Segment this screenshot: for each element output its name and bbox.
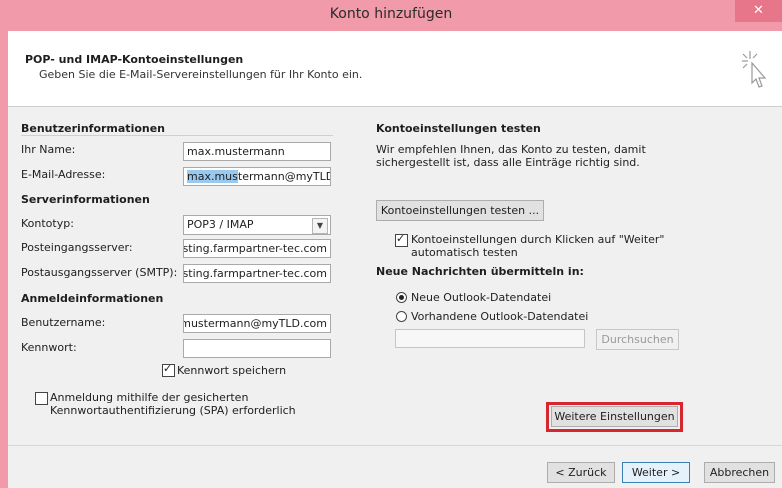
outgoing-server-label: Postausgangsserver (SMTP): bbox=[21, 266, 178, 279]
dialog-window: Konto hinzufügen ✕ POP- und IMAP-Kontoei… bbox=[0, 0, 782, 488]
back-button[interactable]: < Zurück bbox=[547, 462, 615, 483]
new-datafile-label: Neue Outlook-Datendatei bbox=[411, 291, 552, 304]
password-input[interactable] bbox=[183, 339, 331, 358]
name-input[interactable]: max.mustermann bbox=[183, 142, 331, 161]
test-account-button[interactable]: Kontoeinstellungen testen ... bbox=[376, 200, 544, 221]
footer-divider bbox=[8, 445, 782, 446]
radio-selected-dot bbox=[399, 295, 404, 300]
login-info-heading: Anmeldeinformationen bbox=[21, 292, 164, 305]
spa-checkbox[interactable] bbox=[35, 392, 48, 405]
test-description-line1: Wir empfehlen Ihnen, das Konto zu testen… bbox=[376, 143, 646, 156]
outgoing-server-input[interactable]: hosting.farmpartner-tec.com bbox=[183, 264, 331, 283]
spa-label: Anmeldung mithilfe der gesicherten Kennw… bbox=[50, 391, 296, 417]
auto-test-checkbox[interactable]: ✓ bbox=[395, 232, 408, 247]
wizard-cursor-icon bbox=[742, 51, 767, 88]
title-bar[interactable]: Konto hinzufügen ✕ bbox=[0, 0, 782, 31]
email-selected-text: max.mus bbox=[187, 170, 238, 183]
more-settings-button[interactable]: Weitere Einstellungen bbox=[551, 406, 678, 427]
checkmark-icon: ✓ bbox=[396, 232, 406, 245]
window-title: Konto hinzufügen bbox=[329, 6, 453, 22]
browse-button: Durchsuchen bbox=[596, 329, 679, 350]
spa-label-line1: Anmeldung mithilfe der gesicherten bbox=[50, 391, 249, 404]
existing-datafile-label: Vorhandene Outlook-Datendatei bbox=[411, 310, 589, 323]
password-label: Kennwort: bbox=[21, 341, 77, 354]
test-description-line2: sichergestellt ist, dass alle Einträge r… bbox=[376, 156, 640, 169]
deliver-heading: Neue Nachrichten übermitteln in: bbox=[376, 265, 584, 278]
save-password-label: Kennwort speichern bbox=[177, 364, 287, 377]
chevron-down-icon[interactable]: ▼ bbox=[312, 218, 328, 234]
next-button[interactable]: Weiter > bbox=[622, 462, 690, 483]
auto-test-label-line2: automatisch testen bbox=[411, 246, 518, 259]
email-input[interactable]: max.mustermann@myTLD.co bbox=[183, 167, 331, 186]
username-input[interactable]: max.mustermann@myTLD.com bbox=[183, 314, 331, 333]
username-label: Benutzername: bbox=[21, 316, 106, 329]
name-label: Ihr Name: bbox=[21, 143, 76, 156]
auto-test-label-line1: Kontoeinstellungen durch Klicken auf "We… bbox=[411, 233, 665, 246]
account-type-value: POP3 / IMAP bbox=[187, 218, 254, 231]
datafile-path-input bbox=[395, 329, 585, 348]
test-description: Wir empfehlen Ihnen, das Konto zu testen… bbox=[376, 143, 646, 169]
divider bbox=[21, 135, 333, 136]
auto-test-label: Kontoeinstellungen durch Klicken auf "We… bbox=[411, 233, 665, 259]
spa-label-line2: Kennwortauthentifizierung (SPA) erforder… bbox=[50, 404, 296, 417]
header-title: POP- und IMAP-Kontoeinstellungen bbox=[25, 53, 244, 66]
email-rest-text: termann@myTLD.co bbox=[237, 170, 330, 183]
existing-datafile-radio[interactable] bbox=[396, 311, 407, 322]
test-settings-heading: Kontoeinstellungen testen bbox=[376, 122, 541, 135]
server-info-heading: Serverinformationen bbox=[21, 193, 150, 206]
account-type-label: Kontotyp: bbox=[21, 217, 74, 230]
header-subtitle: Geben Sie die E-Mail-Servereinstellungen… bbox=[39, 68, 363, 81]
user-info-heading: Benutzerinformationen bbox=[21, 122, 166, 135]
checkmark-icon: ✓ bbox=[163, 362, 173, 375]
incoming-server-label: Posteingangsserver: bbox=[21, 241, 133, 254]
dialog-header: POP- und IMAP-Kontoeinstellungen Geben S… bbox=[8, 31, 782, 107]
close-icon: ✕ bbox=[753, 3, 764, 18]
close-button[interactable]: ✕ bbox=[735, 0, 782, 22]
new-datafile-radio[interactable] bbox=[396, 292, 407, 303]
incoming-server-input[interactable]: hosting.farmpartner-tec.com bbox=[183, 239, 331, 258]
window-border bbox=[0, 31, 8, 488]
save-password-checkbox[interactable]: ✓ bbox=[162, 362, 175, 377]
account-type-select[interactable]: POP3 / IMAP ▼ bbox=[183, 215, 331, 235]
email-label: E-Mail-Adresse: bbox=[21, 168, 106, 181]
cancel-button[interactable]: Abbrechen bbox=[704, 462, 775, 483]
